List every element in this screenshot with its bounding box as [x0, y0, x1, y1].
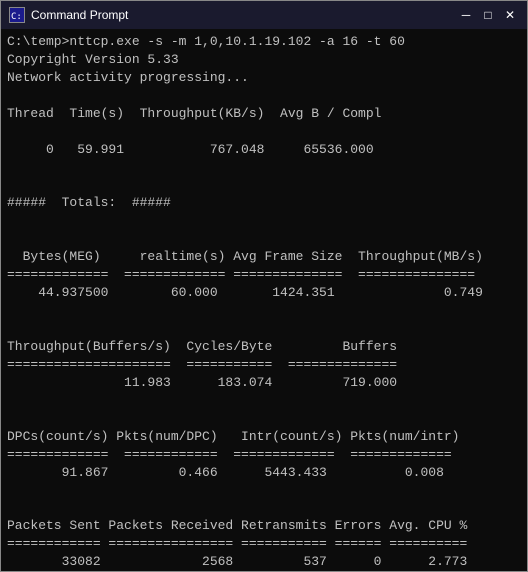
close-button[interactable]: ✕ [501, 6, 519, 24]
window-controls: ─ □ ✕ [457, 6, 519, 24]
cmd-icon: C: [9, 7, 25, 23]
minimize-button[interactable]: ─ [457, 6, 475, 24]
terminal-content[interactable]: C:\temp>nttcp.exe -s -m 1,0,10.1.19.102 … [1, 29, 527, 571]
svg-text:C:: C: [11, 12, 22, 22]
titlebar: C: Command Prompt ─ □ ✕ [1, 1, 527, 29]
maximize-button[interactable]: □ [479, 6, 497, 24]
window-title: Command Prompt [31, 8, 128, 22]
command-prompt-window: C: Command Prompt ─ □ ✕ C:\temp>nttcp.ex… [0, 0, 528, 572]
titlebar-left: C: Command Prompt [9, 7, 128, 23]
